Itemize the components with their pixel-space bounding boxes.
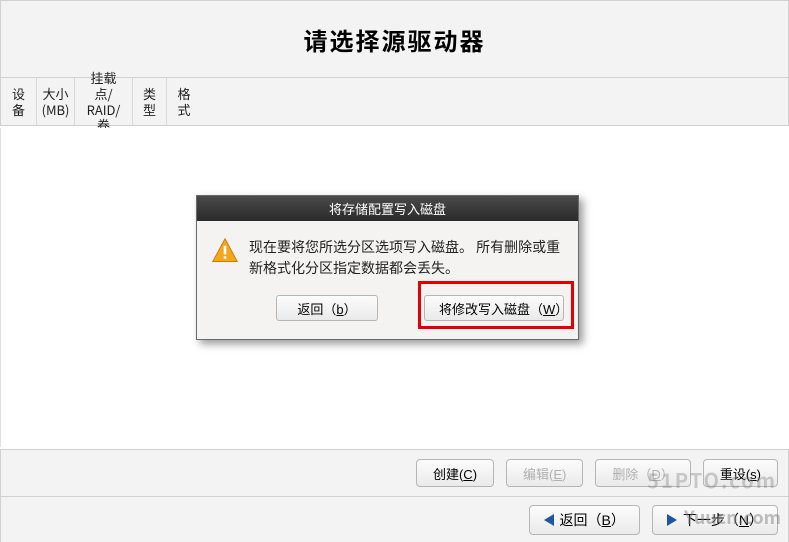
dialog-button-row: 返回（b） 将修改写入磁盘（W） (197, 287, 578, 339)
header-panel: 请选择源驱动器 (0, 0, 789, 78)
reset-button[interactable]: 重设(s) (703, 459, 778, 487)
column-header-size[interactable]: 大小 (MB) (37, 78, 75, 125)
column-header-format[interactable]: 格式 (167, 78, 201, 125)
wizard-back-button[interactable]: 返回（B） (529, 505, 640, 535)
arrow-left-icon (544, 514, 554, 526)
dialog-message: 现在要将您所选分区选项写入磁盘。 所有删除或重新格式化分区指定数据都会丢失。 (249, 237, 564, 279)
dialog-write-button[interactable]: 将修改写入磁盘（W） (424, 295, 564, 321)
column-header-mountpoint[interactable]: 挂载点/ RAID/卷 (75, 78, 133, 125)
delete-button: 删除（D） (595, 459, 690, 487)
column-header-row: 设备 大小 (MB) 挂载点/ RAID/卷 类型 格式 (0, 78, 789, 126)
wizard-next-button[interactable]: 下一步（N） (652, 505, 778, 535)
edit-button: 编辑(E) (506, 459, 583, 487)
dialog-body: 现在要将您所选分区选项写入磁盘。 所有删除或重新格式化分区指定数据都会丢失。 (197, 221, 578, 287)
bottom-toolbar: 创建(C) 编辑(E) 删除（D） 重设(s) (0, 449, 789, 497)
create-button[interactable]: 创建(C) (416, 459, 494, 487)
footer-nav: 返回（B） 下一步（N） (0, 497, 789, 542)
write-to-disk-dialog: 将存储配置写入磁盘 现在要将您所选分区选项写入磁盘。 所有删除或重新格式化分区指… (196, 195, 579, 340)
arrow-right-icon (667, 514, 677, 526)
dialog-title: 将存储配置写入磁盘 (197, 196, 578, 221)
dialog-back-button[interactable]: 返回（b） (276, 295, 378, 321)
page-title: 请选择源驱动器 (304, 22, 486, 57)
column-header-type[interactable]: 类型 (133, 78, 167, 125)
column-header-device[interactable]: 设备 (1, 78, 37, 125)
warning-icon (211, 237, 239, 265)
